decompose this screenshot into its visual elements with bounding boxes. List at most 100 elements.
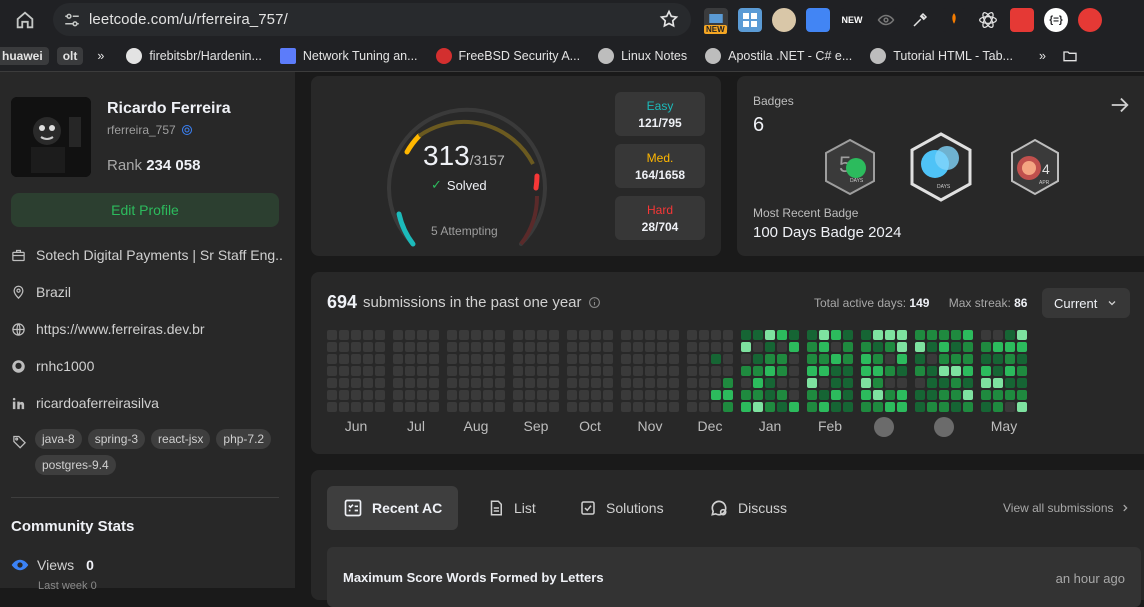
calendar-day-cell[interactable] — [873, 366, 883, 376]
calendar-day-cell[interactable] — [951, 330, 961, 340]
calendar-day-cell[interactable] — [951, 390, 961, 400]
calendar-day-cell[interactable] — [669, 330, 679, 340]
calendar-day-cell[interactable] — [405, 378, 415, 388]
calendar-day-cell[interactable] — [351, 402, 361, 412]
calendar-day-cell[interactable] — [417, 342, 427, 352]
calendar-day-cell[interactable] — [753, 378, 763, 388]
calendar-day-cell[interactable] — [447, 402, 457, 412]
calendar-day-cell[interactable] — [963, 342, 973, 352]
calendar-day-cell[interactable] — [339, 366, 349, 376]
calendar-day-cell[interactable] — [915, 342, 925, 352]
calendar-day-cell[interactable] — [1005, 354, 1015, 364]
calendar-day-cell[interactable] — [537, 342, 547, 352]
calendar-day-cell[interactable] — [897, 378, 907, 388]
calendar-day-cell[interactable] — [963, 390, 973, 400]
calendar-day-cell[interactable] — [351, 354, 361, 364]
calendar-day-cell[interactable] — [429, 390, 439, 400]
calendar-day-cell[interactable] — [579, 342, 589, 352]
face-extension-icon[interactable] — [772, 8, 796, 32]
calendar-day-cell[interactable] — [447, 366, 457, 376]
calendar-day-cell[interactable] — [723, 342, 733, 352]
calendar-day-cell[interactable] — [363, 366, 373, 376]
calendar-day-cell[interactable] — [741, 366, 751, 376]
calendar-day-cell[interactable] — [699, 330, 709, 340]
calendar-day-cell[interactable] — [471, 402, 481, 412]
calendar-day-cell[interactable] — [741, 354, 751, 364]
calendar-day-cell[interactable] — [807, 402, 817, 412]
calendar-day-cell[interactable] — [807, 342, 817, 352]
calendar-day-cell[interactable] — [579, 330, 589, 340]
calendar-day-cell[interactable] — [669, 366, 679, 376]
calendar-day-cell[interactable] — [621, 378, 631, 388]
calendar-day-cell[interactable] — [495, 330, 505, 340]
calendar-day-cell[interactable] — [549, 390, 559, 400]
calendar-day-cell[interactable] — [537, 354, 547, 364]
calendar-day-cell[interactable] — [375, 390, 385, 400]
calendar-day-cell[interactable] — [777, 366, 787, 376]
eyedropper-extension-icon[interactable] — [908, 8, 932, 32]
calendar-day-cell[interactable] — [807, 330, 817, 340]
calendar-day-cell[interactable] — [699, 390, 709, 400]
calendar-day-cell[interactable] — [537, 330, 547, 340]
calendar-day-cell[interactable] — [393, 354, 403, 364]
calendar-day-cell[interactable] — [669, 402, 679, 412]
extension-icon[interactable]: NEW — [704, 8, 728, 34]
calendar-day-cell[interactable] — [927, 342, 937, 352]
avatar[interactable] — [11, 97, 91, 177]
calendar-day-cell[interactable] — [897, 330, 907, 340]
bookmark-github[interactable]: firebitsbr/Hardenin... — [126, 47, 262, 64]
calendar-day-cell[interactable] — [447, 354, 457, 364]
calendar-day-cell[interactable] — [981, 402, 991, 412]
calendar-day-cell[interactable] — [777, 342, 787, 352]
calendar-day-cell[interactable] — [429, 330, 439, 340]
submission-title[interactable]: Maximum Score Words Formed by Letters — [343, 570, 604, 585]
skill-tag[interactable]: java-8 — [35, 429, 82, 449]
calendar-day-cell[interactable] — [843, 366, 853, 376]
calendar-day-cell[interactable] — [603, 402, 613, 412]
calendar-day-cell[interactable] — [927, 354, 937, 364]
calendar-day-cell[interactable] — [471, 330, 481, 340]
calendar-day-cell[interactable] — [579, 378, 589, 388]
calendar-day-cell[interactable] — [873, 390, 883, 400]
calendar-day-cell[interactable] — [843, 390, 853, 400]
calendar-day-cell[interactable] — [699, 342, 709, 352]
calendar-day-cell[interactable] — [861, 330, 871, 340]
view-all-submissions-link[interactable]: View all submissions — [1003, 501, 1130, 515]
bookmark-tutorial-html[interactable]: Tutorial HTML - Tab... — [870, 47, 1013, 64]
calendar-day-cell[interactable] — [915, 354, 925, 364]
translate-extension-icon[interactable] — [806, 8, 830, 32]
bookmark-huawei[interactable]: huawei — [0, 46, 49, 65]
calendar-day-cell[interactable] — [789, 354, 799, 364]
calendar-day-cell[interactable] — [447, 342, 457, 352]
calendar-day-cell[interactable] — [711, 402, 721, 412]
calendar-day-cell[interactable] — [699, 402, 709, 412]
calendar-day-cell[interactable] — [981, 330, 991, 340]
calendar-day-cell[interactable] — [1017, 390, 1027, 400]
calendar-day-cell[interactable] — [819, 402, 829, 412]
calendar-day-cell[interactable] — [339, 402, 349, 412]
calendar-day-cell[interactable] — [591, 378, 601, 388]
calendar-day-cell[interactable] — [789, 402, 799, 412]
bookmark-star-icon[interactable] — [659, 9, 679, 29]
calendar-day-cell[interactable] — [591, 402, 601, 412]
red-round-extension-icon[interactable] — [1078, 8, 1102, 32]
calendar-day-cell[interactable] — [897, 354, 907, 364]
calendar-day-cell[interactable] — [765, 390, 775, 400]
50-days-badge-icon[interactable]: 5 DAYS — [823, 138, 877, 196]
calendar-day-cell[interactable] — [513, 402, 523, 412]
calendar-day-cell[interactable] — [603, 390, 613, 400]
calendar-day-cell[interactable] — [327, 402, 337, 412]
calendar-day-cell[interactable] — [963, 378, 973, 388]
calendar-day-cell[interactable] — [711, 390, 721, 400]
calendar-day-cell[interactable] — [1005, 390, 1015, 400]
calendar-day-cell[interactable] — [897, 390, 907, 400]
calendar-day-cell[interactable] — [993, 402, 1003, 412]
calendar-day-cell[interactable] — [789, 330, 799, 340]
calendar-day-cell[interactable] — [741, 330, 751, 340]
monthly-badge-icon[interactable] — [934, 417, 954, 437]
calendar-day-cell[interactable] — [495, 342, 505, 352]
calendar-day-cell[interactable] — [645, 402, 655, 412]
calendar-day-cell[interactable] — [789, 378, 799, 388]
calendar-day-cell[interactable] — [963, 354, 973, 364]
calendar-day-cell[interactable] — [789, 342, 799, 352]
